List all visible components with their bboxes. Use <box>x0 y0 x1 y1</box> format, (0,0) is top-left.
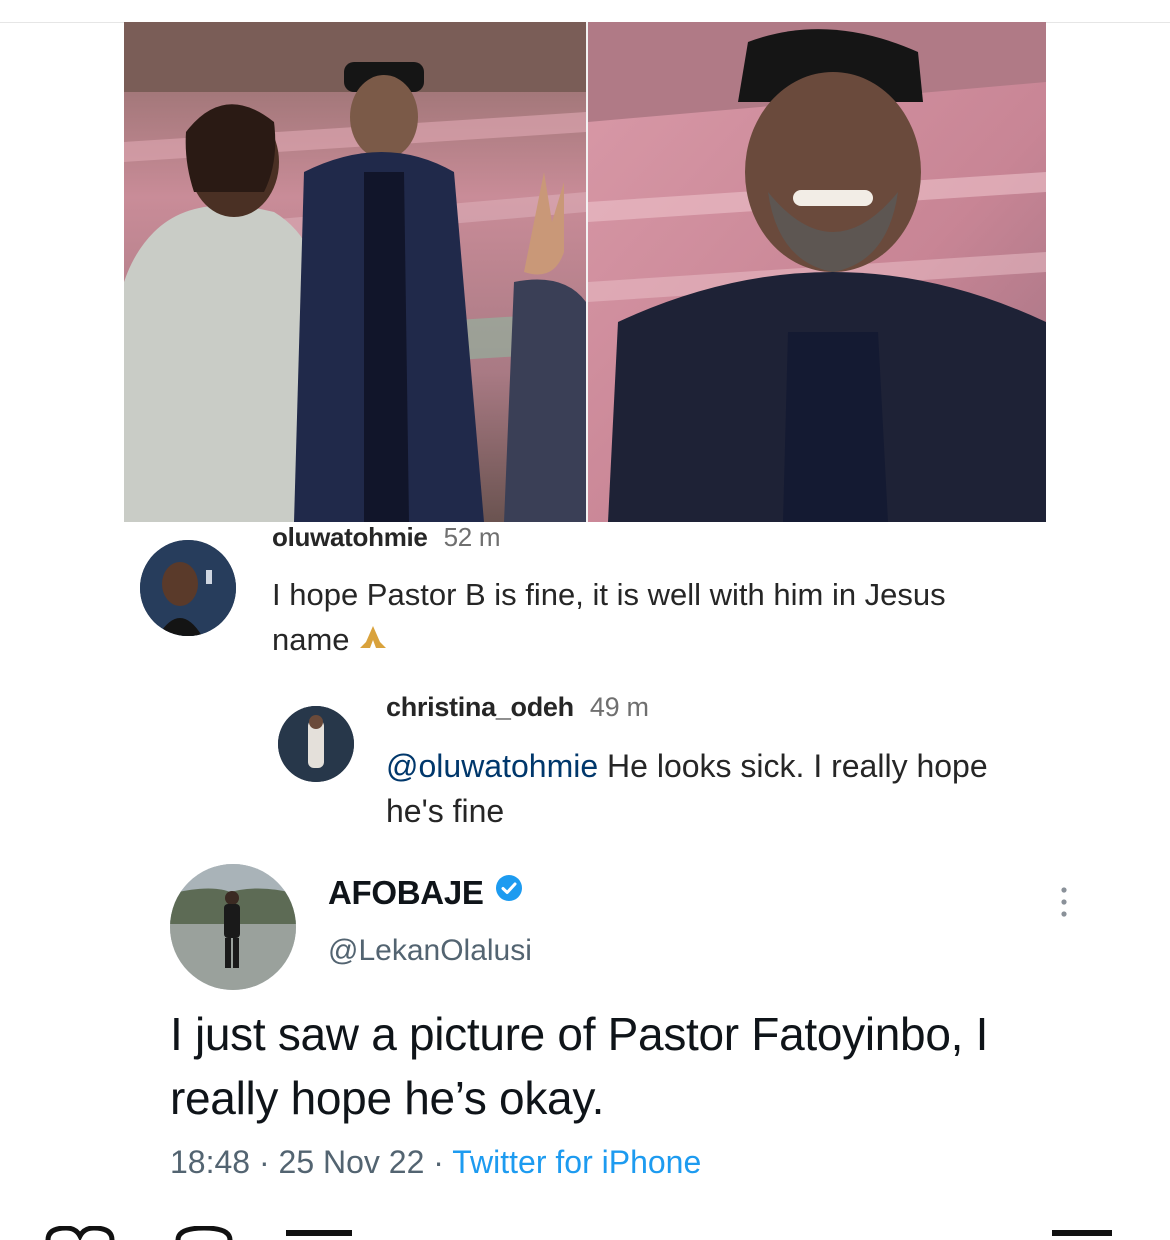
avatar[interactable] <box>140 540 236 636</box>
comment-text: @oluwatohmie He looks sick. I really hop… <box>386 744 1026 834</box>
comment-username-text[interactable]: christina_odeh <box>386 692 574 722</box>
avatar[interactable] <box>170 864 296 990</box>
tweet-meta: 18:48 · 25 Nov 22 · Twitter for iPhone <box>170 1144 702 1180</box>
comment-icon <box>175 1226 233 1240</box>
photo-left <box>124 22 586 522</box>
heart-icon <box>45 1226 115 1240</box>
tweet-author-name-text[interactable]: AFOBAJE <box>328 874 484 911</box>
photo-collage <box>124 22 1046 522</box>
avatar[interactable] <box>278 706 354 782</box>
verified-badge-icon <box>494 873 524 911</box>
comment-username[interactable]: oluwatohmie 52 m <box>272 522 501 553</box>
tweet-date[interactable]: 25 Nov 22 <box>279 1144 425 1180</box>
photo-right <box>588 22 1046 522</box>
tweet-author-handle[interactable]: @LekanOlalusi <box>328 934 532 968</box>
folded-hands-icon <box>358 619 388 664</box>
comment-username[interactable]: christina_odeh 49 m <box>386 692 649 723</box>
comment-time: 49 m <box>589 692 649 722</box>
comment-username-text[interactable]: oluwatohmie <box>272 522 428 552</box>
more-icon[interactable] <box>1054 884 1074 920</box>
tweet-text: I just saw a picture of Pastor Fatoyinbo… <box>170 1008 989 1124</box>
tweet-time[interactable]: 18:48 <box>170 1144 250 1180</box>
bookmark-icon <box>1052 1230 1112 1236</box>
tweet-author-name[interactable]: AFOBAJE <box>328 874 524 912</box>
comment-text: I hope Pastor B is fine, it is well with… <box>272 572 992 664</box>
bottom-action-bar <box>0 1226 1170 1240</box>
comment-time: 52 m <box>443 522 501 552</box>
tweet-source[interactable]: Twitter for iPhone <box>452 1144 701 1180</box>
share-icon <box>286 1230 352 1236</box>
mention-link[interactable]: @oluwatohmie <box>386 748 598 784</box>
